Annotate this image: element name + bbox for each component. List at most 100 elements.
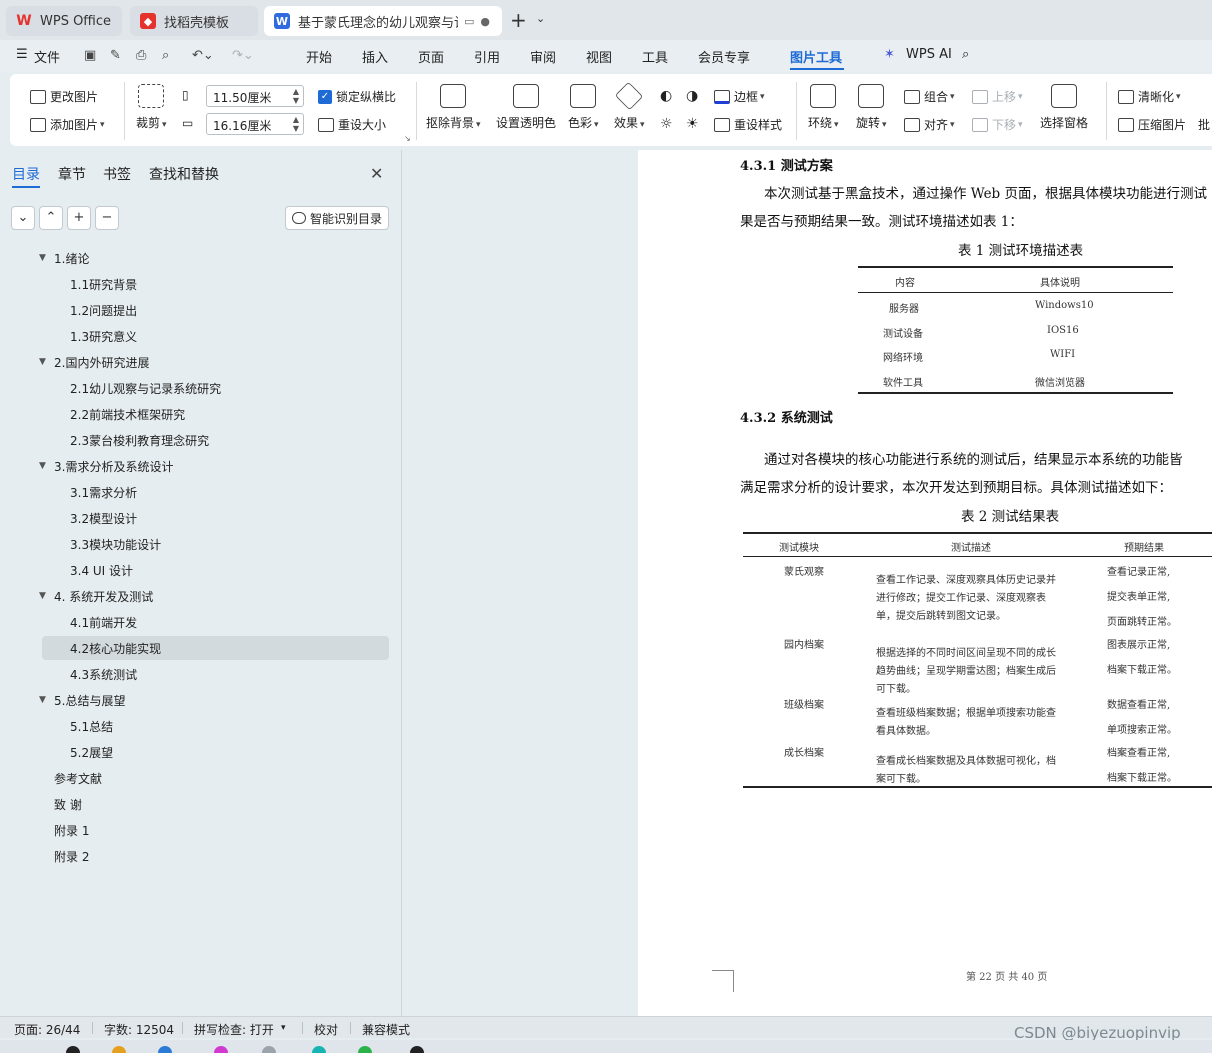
menu-review[interactable]: 审阅 [530, 47, 556, 66]
new-tab-plus-icon[interactable]: + [510, 8, 527, 32]
toc-item[interactable]: 4.2核心功能实现 [70, 636, 161, 660]
contrast-up-icon[interactable]: ◐ [660, 88, 672, 104]
search-icon[interactable]: ⌕ [962, 47, 969, 62]
undo-icon[interactable]: ↶⌄ [192, 48, 214, 63]
brightness-down-icon[interactable]: ☀ [686, 116, 699, 132]
toc-item[interactable]: ▼ 1.绪论 [39, 246, 89, 270]
toc-item[interactable]: 参考文献 [54, 766, 102, 790]
crop-button[interactable]: 裁剪 ▾ [136, 84, 167, 131]
set-transparent-button[interactable]: 设置透明色 [496, 84, 556, 131]
toc-item[interactable]: 3.4 UI 设计 [70, 558, 133, 582]
contrast-down-icon[interactable]: ◑ [686, 88, 698, 104]
menu-picture-tools[interactable]: 图片工具 [790, 47, 842, 66]
app-icon[interactable] [158, 1046, 172, 1053]
app-icon[interactable] [410, 1046, 424, 1053]
toc-item[interactable]: ▼ 4. 系统开发及测试 [39, 584, 153, 608]
collapse-chevron-down-icon[interactable]: ⌄ [11, 206, 35, 230]
toc-item[interactable]: 1.3研究意义 [70, 324, 137, 348]
toc-item[interactable]: 5.2展望 [70, 740, 113, 764]
remove-background-button[interactable]: 抠除背景 ▾ [426, 84, 481, 131]
wps-ai-button[interactable]: WPS AI [906, 47, 952, 62]
print-icon[interactable]: ⎙ [136, 48, 146, 63]
file-menu[interactable]: 文件 [34, 47, 60, 66]
select-pane-button[interactable]: 选择窗格 [1040, 84, 1088, 131]
tab-bookmarks[interactable]: 书签 [103, 164, 131, 184]
chevron-up-icon[interactable]: ⌃ [39, 206, 63, 230]
unsaved-dot-icon[interactable]: ● [480, 15, 490, 28]
effect-button[interactable]: 效果 ▾ [614, 81, 645, 131]
app-icon[interactable] [312, 1046, 326, 1053]
expand-triangle-icon[interactable]: ▼ [39, 695, 46, 705]
tab-docer-templates[interactable]: ◆ 找稻壳模板 [130, 6, 258, 36]
move-up-button[interactable]: 上移 ▾ [972, 88, 1023, 105]
print-preview-icon[interactable]: ⌕ [162, 48, 169, 63]
change-image-button[interactable]: 更改图片 [30, 88, 98, 105]
add-heading-plus-icon[interactable]: + [67, 206, 91, 230]
expand-triangle-icon[interactable]: ▼ [39, 461, 46, 471]
redo-icon[interactable]: ↷⌄ [232, 48, 254, 63]
compress-image-button[interactable]: 压缩图片 [1118, 116, 1186, 133]
toc-item[interactable]: 附录 2 [54, 844, 89, 868]
tab-toc[interactable]: 目录 [12, 164, 40, 184]
border-button[interactable]: 边框 ▾ [714, 88, 765, 105]
hamburger-icon[interactable]: ☰ [16, 47, 28, 62]
app-icon[interactable] [66, 1046, 80, 1053]
menu-reference[interactable]: 引用 [474, 47, 500, 66]
menu-tools[interactable]: 工具 [642, 47, 668, 66]
save-icon[interactable]: ▣ [84, 48, 96, 63]
folder-icon[interactable] [112, 1046, 126, 1053]
tab-find-replace[interactable]: 查找和替换 [149, 164, 219, 184]
proofread-button[interactable]: 校对 [314, 1021, 338, 1038]
spinner-icon[interactable]: ▲ ▼ [293, 115, 299, 133]
pen-icon[interactable]: ✎ [110, 48, 121, 63]
menu-insert[interactable]: 插入 [362, 47, 388, 66]
toc-item[interactable]: 2.1幼儿观察与记录系统研究 [70, 376, 221, 400]
toc-item[interactable]: 3.3模块功能设计 [70, 532, 161, 556]
expand-dialog-icon[interactable]: ↘ [404, 134, 411, 143]
tab-current-document[interactable]: W 基于蒙氏理念的幼儿观察与记录 ▭ ● [264, 6, 502, 36]
app-icon[interactable] [358, 1046, 372, 1053]
spinner-icon[interactable]: ▲ ▼ [293, 87, 299, 105]
toc-item[interactable]: 致 谢 [54, 792, 82, 816]
align-button[interactable]: 对齐 ▾ [904, 116, 955, 133]
expand-triangle-icon[interactable]: ▼ [39, 253, 46, 263]
brightness-up-icon[interactable]: ☼ [660, 116, 673, 132]
width-input[interactable]: 11.50厘米 ▲ ▼ [206, 85, 304, 107]
group-button[interactable]: 组合 ▾ [904, 88, 955, 105]
document-page[interactable]: 4.3.1 测试方案 本次测试基于黑盒技术，通过操作 Web 页面，根据具体模块… [638, 150, 1212, 1016]
page-count[interactable]: 页面: 26/44 [14, 1021, 80, 1038]
spell-check-toggle[interactable]: 拼写检查: 打开 [194, 1021, 274, 1038]
toc-item[interactable]: 4.3系统测试 [70, 662, 137, 686]
toc-item[interactable]: 1.2问题提出 [70, 298, 137, 322]
sharpen-button[interactable]: 清晰化 ▾ [1118, 88, 1181, 105]
tab-chapters[interactable]: 章节 [58, 164, 86, 184]
batch-button[interactable]: 批 [1198, 116, 1210, 133]
app-icon[interactable] [214, 1046, 228, 1053]
toc-item[interactable]: ▼ 3.需求分析及系统设计 [39, 454, 173, 478]
height-input[interactable]: 16.16厘米 ▲ ▼ [206, 113, 304, 135]
smart-recognize-toc-button[interactable]: 智能识别目录 [285, 206, 389, 230]
toc-item[interactable]: 2.2前端技术框架研究 [70, 402, 185, 426]
lock-ratio-checkbox[interactable]: ✓ 锁定纵横比 [318, 88, 396, 105]
toc-item[interactable]: 3.1需求分析 [70, 480, 137, 504]
add-image-button[interactable]: 添加图片 ▾ [30, 116, 105, 133]
menu-start[interactable]: 开始 [306, 47, 332, 66]
toc-item[interactable]: 2.3蒙台梭利教育理念研究 [70, 428, 209, 452]
reset-size-button[interactable]: 重设大小 [318, 116, 386, 133]
expand-triangle-icon[interactable]: ▼ [39, 357, 46, 367]
tab-wps-office[interactable]: W WPS Office [6, 6, 122, 36]
color-button[interactable]: 色彩 ▾ [568, 84, 599, 131]
chevron-down-icon[interactable]: ⌄ [536, 12, 545, 25]
wrap-button[interactable]: 环绕 ▾ [808, 84, 839, 131]
toc-item[interactable]: 5.1总结 [70, 714, 113, 738]
move-down-button[interactable]: 下移 ▾ [972, 116, 1023, 133]
chevron-down-icon[interactable]: ▾ [281, 1023, 286, 1033]
reset-style-button[interactable]: 重设样式 [714, 116, 782, 133]
toc-item[interactable]: ▼ 2.国内外研究进展 [39, 350, 149, 374]
expand-triangle-icon[interactable]: ▼ [39, 591, 46, 601]
menu-member[interactable]: 会员专享 [698, 47, 750, 66]
toc-item[interactable]: 附录 1 [54, 818, 89, 842]
app-icon[interactable] [262, 1046, 276, 1053]
word-count[interactable]: 字数: 12504 [104, 1021, 174, 1038]
rotate-button[interactable]: 旋转 ▾ [856, 84, 887, 131]
